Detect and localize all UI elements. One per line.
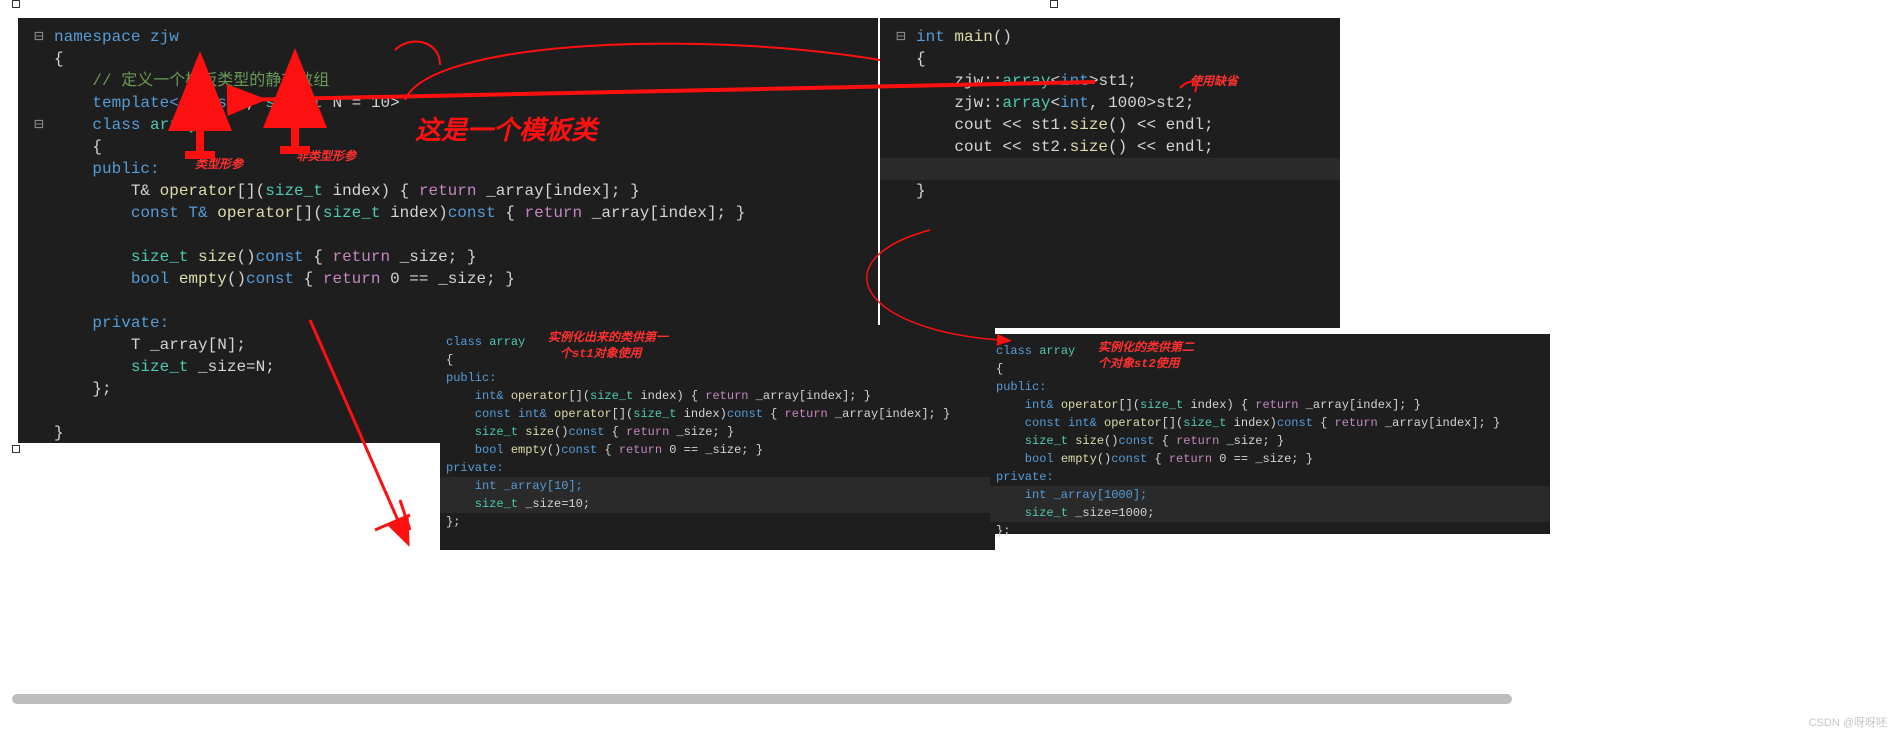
fold-icon[interactable]: ⊟ (24, 114, 54, 136)
fold-icon[interactable]: ⊟ (886, 26, 916, 48)
annotation-inst2a: 实例化的类供第二 (1098, 338, 1194, 355)
annotation-inst1b: 个st1对象使用 (560, 344, 642, 361)
fold-icon[interactable]: ⊟ (24, 26, 54, 48)
watermark: CSDN @呀呀呸 (1809, 714, 1887, 730)
code-editor-instance1[interactable]: class array { public: int& operator[](si… (440, 325, 995, 550)
annotation-typearg: 类型形参 (195, 155, 243, 172)
code-line: namespace zjw (54, 28, 179, 46)
annotation-nontypearg: 非类型形参 (296, 147, 356, 164)
annotation-big: 这是一个模板类 (415, 110, 597, 147)
sel-handle (1050, 0, 1058, 8)
annotation-inst1a: 实例化出来的类供第一 (548, 328, 668, 345)
code-comment: // 定义一个模板类型的静态数组 (54, 72, 329, 90)
code-line: { (54, 50, 64, 68)
annotation-inst2b: 个对象st2使用 (1098, 354, 1180, 371)
sel-handle (12, 445, 20, 453)
code-editor-instance2[interactable]: class array { public: int& operator[](si… (990, 334, 1550, 534)
horizontal-scrollbar[interactable] (12, 694, 1512, 704)
sel-handle (12, 0, 20, 8)
annotation-default: 使用缺省 (1190, 72, 1238, 89)
code-editor-main[interactable]: ⊟int main() { zjw::array<int>st1; zjw::a… (880, 18, 1340, 328)
